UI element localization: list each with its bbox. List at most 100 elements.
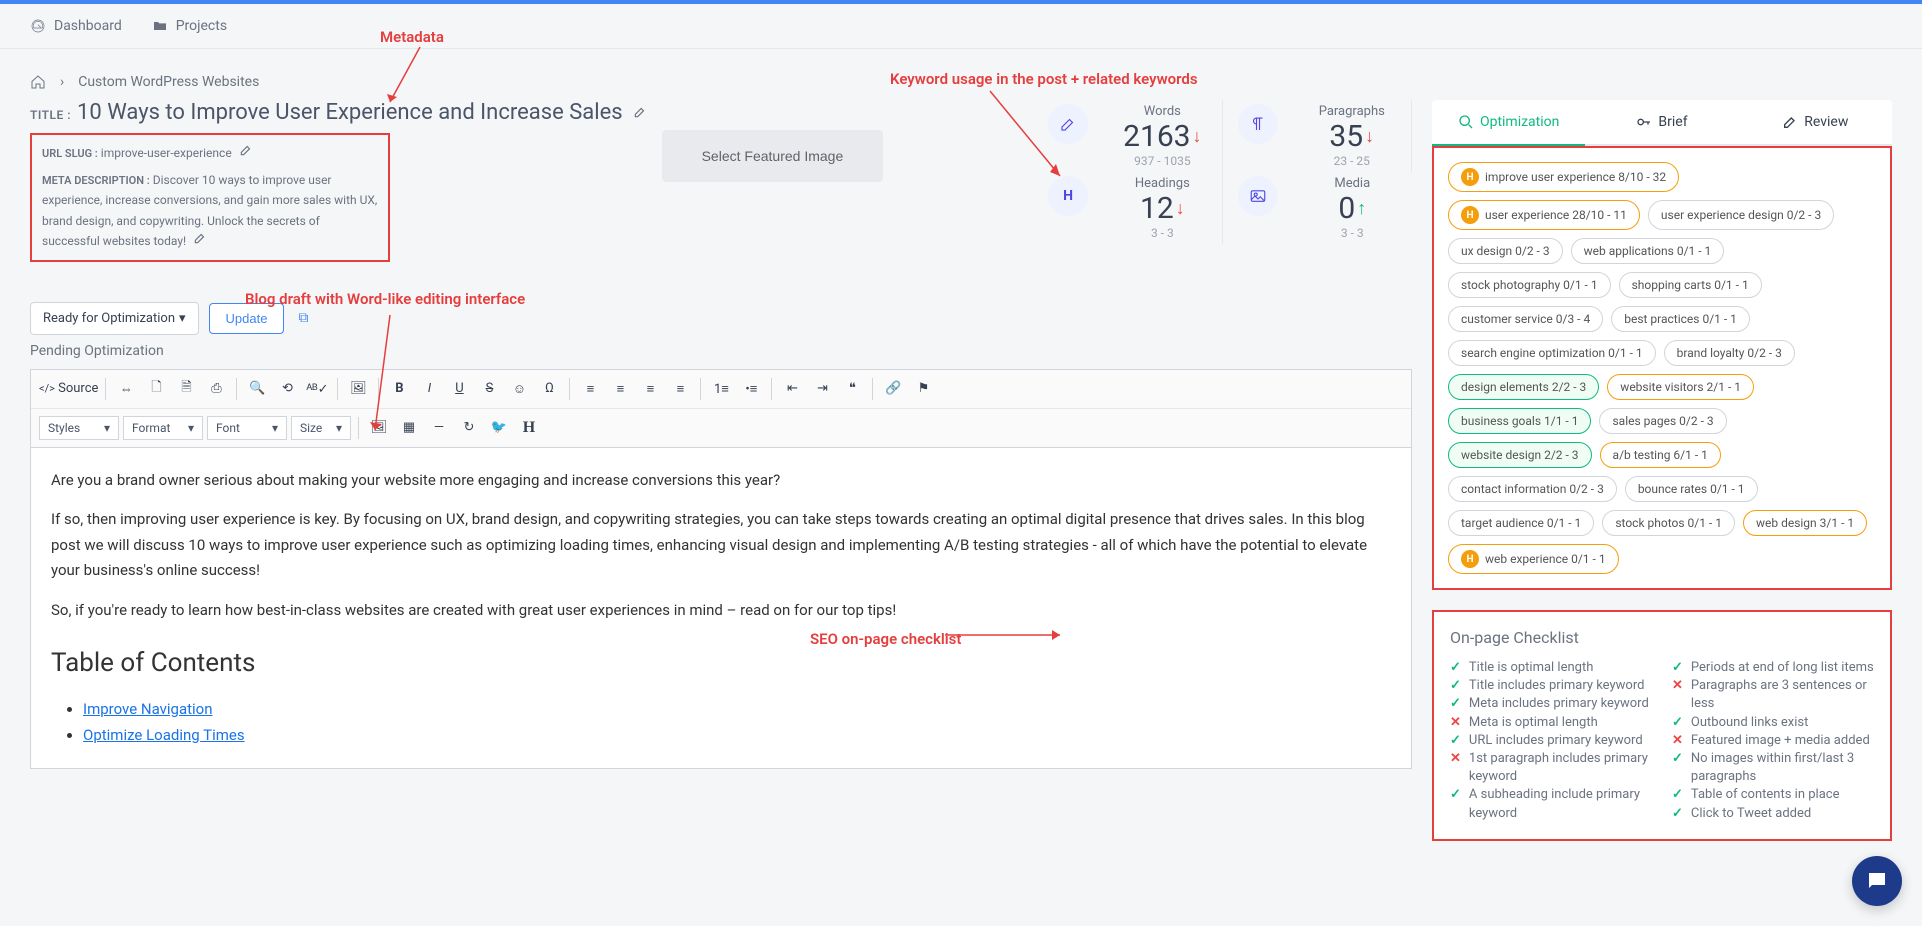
- keyword-pill[interactable]: user experience design 0/2 - 3: [1648, 200, 1834, 230]
- spellcheck-icon[interactable]: ᴬᴮ✓: [304, 376, 330, 402]
- print-icon[interactable]: ⎙: [203, 376, 229, 402]
- chat-button[interactable]: [1852, 856, 1902, 906]
- keyword-pill[interactable]: search engine optimization 0/1 - 1: [1448, 340, 1656, 366]
- outdent-icon[interactable]: ⇤: [779, 376, 805, 402]
- keyword-pill[interactable]: target audience 0/1 - 1: [1448, 510, 1594, 536]
- popout-icon[interactable]: ⧉: [298, 310, 308, 326]
- keyword-pill[interactable]: business goals 1/1 - 1: [1448, 408, 1591, 434]
- editor-toolbar: </> Source ⇔ 🗋 🗎 ⎙ 🔍 ⟲ ᴬᴮ✓ 🖼 B I U S ☺ Ω: [30, 369, 1412, 448]
- stat-media-range: 3 - 3: [1313, 226, 1392, 240]
- key-icon: [1636, 114, 1652, 130]
- format-dropdown[interactable]: Format▾: [123, 416, 203, 440]
- h-icon[interactable]: H: [516, 415, 542, 441]
- checklist-title: On-page Checklist: [1450, 628, 1874, 647]
- expand-icon[interactable]: ⇔: [113, 376, 139, 402]
- heading-icon: H: [1048, 176, 1088, 216]
- keyword-pill[interactable]: user experience 28/10 - 11: [1448, 200, 1640, 230]
- stat-head-value: 12: [1140, 191, 1174, 226]
- image-icon[interactable]: 🖼: [345, 376, 371, 402]
- keyword-pill[interactable]: improve user experience 8/10 - 32: [1448, 162, 1679, 192]
- stat-para-value: 35: [1329, 119, 1363, 154]
- keyword-pill[interactable]: website design 2/2 - 3: [1448, 442, 1592, 468]
- list-ul-icon[interactable]: •≡: [738, 376, 764, 402]
- italic-icon[interactable]: I: [416, 376, 442, 402]
- checklist-item: ✓Periods at end of long list items: [1672, 659, 1874, 677]
- meta-box: URL SLUG : improve-user-experience META …: [30, 133, 390, 262]
- keyword-pill[interactable]: bounce rates 0/1 - 1: [1625, 476, 1758, 502]
- keyword-pill[interactable]: customer service 0/3 - 4: [1448, 306, 1603, 332]
- edit-slug-icon[interactable]: [239, 143, 253, 157]
- keyword-pill[interactable]: website visitors 2/1 - 1: [1607, 374, 1754, 400]
- home-icon[interactable]: [30, 74, 46, 90]
- checklist-item: ✕Paragraphs are 3 sentences or less: [1672, 677, 1874, 713]
- checklist-item: ✓Meta includes primary keyword: [1450, 695, 1652, 713]
- strike-icon[interactable]: S: [476, 376, 502, 402]
- hr-icon[interactable]: —: [426, 415, 452, 441]
- checklist-item: ✓Title includes primary keyword: [1450, 677, 1652, 695]
- keyword-pill[interactable]: stock photography 0/1 - 1: [1448, 272, 1611, 298]
- emoji-icon[interactable]: ☺: [506, 376, 532, 402]
- keyword-pill[interactable]: brand loyalty 0/2 - 3: [1664, 340, 1795, 366]
- keyword-pill[interactable]: design elements 2/2 - 3: [1448, 374, 1599, 400]
- font-dropdown[interactable]: Font▾: [207, 416, 287, 440]
- keyword-pill[interactable]: web design 3/1 - 1: [1743, 510, 1867, 536]
- status-dropdown[interactable]: Ready for Optimization▾: [30, 302, 199, 335]
- align-right-icon[interactable]: ≡: [637, 376, 663, 402]
- save-icon[interactable]: 🗎: [173, 376, 199, 402]
- flag-icon[interactable]: ⚑: [910, 376, 936, 402]
- list-ol-icon[interactable]: 1≡: [708, 376, 734, 402]
- keyword-pill[interactable]: a/b testing 6/1 - 1: [1600, 442, 1721, 468]
- stat-para-range: 23 - 25: [1313, 154, 1391, 168]
- paragraph-icon: [1238, 104, 1278, 144]
- refresh-icon[interactable]: ↻: [456, 415, 482, 441]
- twitter-icon[interactable]: 🐦: [486, 415, 512, 441]
- link-icon[interactable]: 🔗: [880, 376, 906, 402]
- toc-link-1[interactable]: Improve Navigation: [83, 700, 213, 718]
- checklist-panel: On-page Checklist ✓Title is optimal leng…: [1432, 610, 1892, 841]
- toc-heading: Table of Contents: [51, 641, 1391, 685]
- media-icon: [1238, 176, 1278, 216]
- keyword-pill[interactable]: web applications 0/1 - 1: [1571, 238, 1725, 264]
- keyword-pill[interactable]: best practices 0/1 - 1: [1611, 306, 1750, 332]
- keyword-pill[interactable]: stock photos 0/1 - 1: [1602, 510, 1735, 536]
- table-icon[interactable]: ▦: [396, 415, 422, 441]
- omega-icon[interactable]: Ω: [536, 376, 562, 402]
- edit-desc-icon[interactable]: [193, 231, 207, 245]
- keyword-pill[interactable]: sales pages 0/2 - 3: [1599, 408, 1726, 434]
- update-button[interactable]: Update: [209, 303, 285, 334]
- keyword-pill[interactable]: ux design 0/2 - 3: [1448, 238, 1563, 264]
- bold-icon[interactable]: B: [386, 376, 412, 402]
- nav-projects[interactable]: Projects: [152, 18, 227, 34]
- checklist-item: ✕1st paragraph includes primary keyword: [1450, 750, 1652, 786]
- featured-image-button[interactable]: Select Featured Image: [662, 130, 884, 182]
- toc-link-2[interactable]: Optimize Loading Times: [83, 726, 245, 744]
- content-editor[interactable]: Are you a brand owner serious about maki…: [30, 448, 1412, 770]
- nav-dashboard[interactable]: Dashboard: [30, 18, 122, 34]
- align-justify-icon[interactable]: ≡: [667, 376, 693, 402]
- breadcrumb-item[interactable]: Custom WordPress Websites: [78, 74, 259, 90]
- source-button[interactable]: </> Source: [39, 376, 98, 402]
- image2-icon[interactable]: 🖼: [366, 415, 392, 441]
- new-doc-icon[interactable]: 🗋: [143, 376, 169, 402]
- tab-review[interactable]: Review: [1739, 100, 1892, 146]
- styles-dropdown[interactable]: Styles▾: [39, 416, 119, 440]
- find-icon[interactable]: 🔍: [244, 376, 270, 402]
- edit-title-icon[interactable]: [633, 105, 647, 119]
- tab-optimization[interactable]: Optimization: [1432, 100, 1585, 146]
- keyword-pill[interactable]: contact information 0/2 - 3: [1448, 476, 1617, 502]
- page-title: 10 Ways to Improve User Experience and I…: [77, 100, 623, 125]
- checklist-item: ✓A subheading include primary keyword: [1450, 786, 1652, 822]
- keyword-pill[interactable]: shopping carts 0/1 - 1: [1619, 272, 1762, 298]
- replace-icon[interactable]: ⟲: [274, 376, 300, 402]
- align-center-icon[interactable]: ≡: [607, 376, 633, 402]
- underline-icon[interactable]: U: [446, 376, 472, 402]
- content-p3: So, if you're ready to learn how best-in…: [51, 598, 1391, 624]
- tab-brief[interactable]: Brief: [1585, 100, 1738, 146]
- indent-icon[interactable]: ⇥: [809, 376, 835, 402]
- quote-icon[interactable]: ❝: [839, 376, 865, 402]
- size-dropdown[interactable]: Size▾: [291, 416, 351, 440]
- search-icon: [1458, 114, 1474, 130]
- align-left-icon[interactable]: ≡: [577, 376, 603, 402]
- stat-words-value: 2163: [1123, 119, 1190, 154]
- keyword-pill[interactable]: web experience 0/1 - 1: [1448, 544, 1619, 574]
